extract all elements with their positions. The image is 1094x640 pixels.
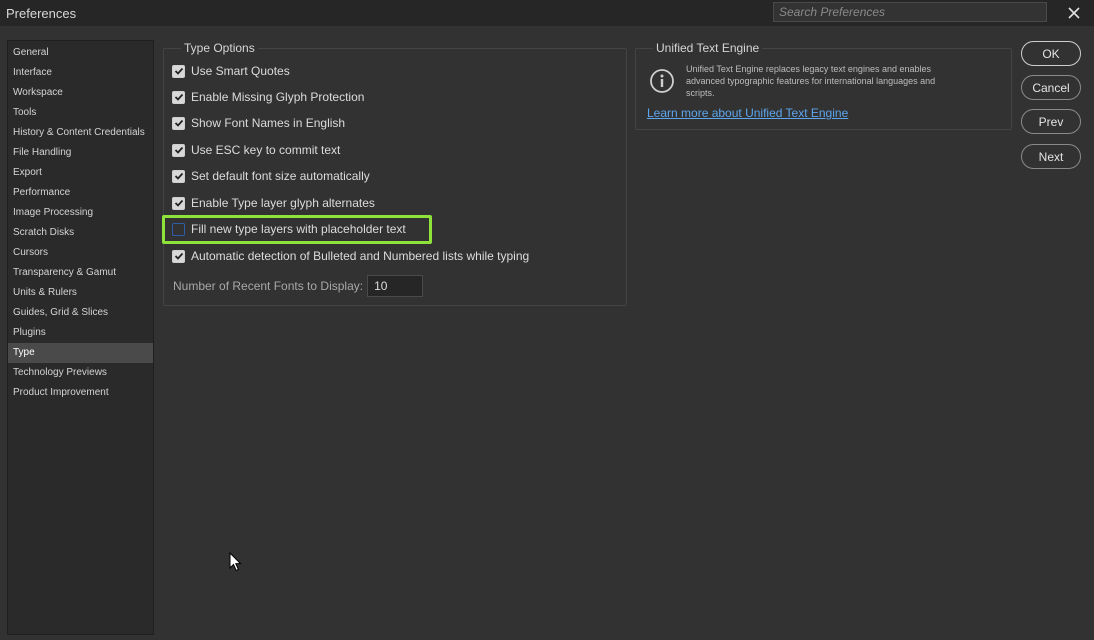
option-esc-commit[interactable]: Use ESC key to commit text — [172, 140, 340, 160]
option-default-font-size[interactable]: Set default font size automatically — [172, 166, 370, 186]
checkbox-smart-quotes[interactable] — [172, 64, 185, 78]
option-auto-lists[interactable]: Automatic detection of Bulleted and Numb… — [172, 246, 529, 266]
option-label: Enable Missing Glyph Protection — [191, 90, 365, 104]
option-font-names-english[interactable]: Show Font Names in English — [172, 113, 345, 133]
ok-button[interactable]: OK — [1021, 41, 1081, 66]
sidebar-item-history[interactable]: History & Content Credentials — [8, 123, 153, 143]
option-placeholder-text[interactable]: Fill new type layers with placeholder te… — [172, 219, 406, 239]
checkbox-missing-glyph[interactable] — [172, 90, 185, 104]
checkmark-icon — [174, 252, 183, 260]
mouse-cursor-icon — [229, 552, 242, 572]
close-button[interactable] — [1064, 4, 1084, 22]
option-label: Enable Type layer glyph alternates — [191, 196, 375, 210]
sidebar-item-image-processing[interactable]: Image Processing — [8, 203, 153, 223]
checkbox-default-font-size[interactable] — [172, 169, 185, 183]
option-missing-glyph[interactable]: Enable Missing Glyph Protection — [172, 87, 364, 107]
cancel-button[interactable]: Cancel — [1021, 75, 1081, 100]
checkmark-icon — [174, 119, 183, 127]
checkbox-placeholder-text[interactable] — [172, 222, 185, 236]
checkbox-font-names-english[interactable] — [172, 116, 185, 130]
checkbox-auto-lists[interactable] — [172, 249, 185, 263]
checkmark-icon — [174, 199, 183, 207]
search-preferences-input[interactable] — [773, 2, 1047, 22]
preferences-window: Preferences General Interface Workspace … — [0, 0, 1094, 640]
close-icon — [1068, 7, 1080, 19]
type-options-group: Type Options Use Smart Quotes Enable Mis… — [162, 41, 627, 306]
option-glyph-alternates[interactable]: Enable Type layer glyph alternates — [172, 193, 375, 213]
sidebar-item-type[interactable]: Type — [8, 343, 153, 363]
preferences-sidebar: General Interface Workspace Tools Histor… — [7, 40, 154, 635]
ute-title: Unified Text Engine — [653, 41, 763, 55]
sidebar-item-scratch-disks[interactable]: Scratch Disks — [8, 223, 153, 243]
sidebar-item-performance[interactable]: Performance — [8, 183, 153, 203]
ute-description: Unified Text Engine replaces legacy text… — [686, 64, 936, 98]
sidebar-item-general[interactable]: General — [8, 43, 153, 63]
info-icon — [650, 69, 674, 93]
sidebar-item-plugins[interactable]: Plugins — [8, 323, 153, 343]
sidebar-item-tools[interactable]: Tools — [8, 103, 153, 123]
unified-text-engine-group: Unified Text Engine Unified Text Engine … — [635, 41, 1012, 130]
option-label: Use Smart Quotes — [191, 64, 290, 78]
sidebar-item-units-rulers[interactable]: Units & Rulers — [8, 283, 153, 303]
recent-fonts-row: Number of Recent Fonts to Display: — [173, 275, 424, 297]
sidebar-item-workspace[interactable]: Workspace — [8, 83, 153, 103]
checkmark-icon — [174, 93, 183, 101]
checkbox-esc-commit[interactable] — [172, 143, 185, 157]
sidebar-item-technology-previews[interactable]: Technology Previews — [8, 363, 153, 383]
option-label: Use ESC key to commit text — [191, 143, 341, 157]
sidebar-item-transparency[interactable]: Transparency & Gamut — [8, 263, 153, 283]
sidebar-item-file-handling[interactable]: File Handling — [8, 143, 153, 163]
checkbox-glyph-alternates[interactable] — [172, 196, 185, 210]
recent-fonts-input[interactable] — [367, 275, 424, 297]
type-options-title: Type Options — [181, 41, 258, 55]
next-button[interactable]: Next — [1021, 144, 1081, 169]
option-label: Fill new type layers with placeholder te… — [191, 222, 406, 236]
option-label: Set default font size automatically — [191, 169, 370, 183]
window-title: Preferences — [6, 6, 77, 21]
sidebar-item-cursors[interactable]: Cursors — [8, 243, 153, 263]
sidebar-item-guides-grid[interactable]: Guides, Grid & Slices — [8, 303, 153, 323]
checkmark-icon — [174, 67, 183, 75]
option-smart-quotes[interactable]: Use Smart Quotes — [172, 61, 290, 81]
sidebar-item-product-improvement[interactable]: Product Improvement — [8, 383, 153, 403]
recent-fonts-label: Number of Recent Fonts to Display: — [173, 279, 364, 293]
option-label: Automatic detection of Bulleted and Numb… — [191, 249, 530, 263]
ute-learn-more-link[interactable]: Learn more about Unified Text Engine — [647, 106, 848, 120]
checkmark-icon — [174, 146, 183, 154]
sidebar-item-export[interactable]: Export — [8, 163, 153, 183]
option-label: Show Font Names in English — [191, 116, 346, 130]
title-bar: Preferences — [0, 0, 1094, 26]
checkmark-icon — [174, 172, 183, 180]
sidebar-item-interface[interactable]: Interface — [8, 63, 153, 83]
prev-button[interactable]: Prev — [1021, 109, 1081, 134]
